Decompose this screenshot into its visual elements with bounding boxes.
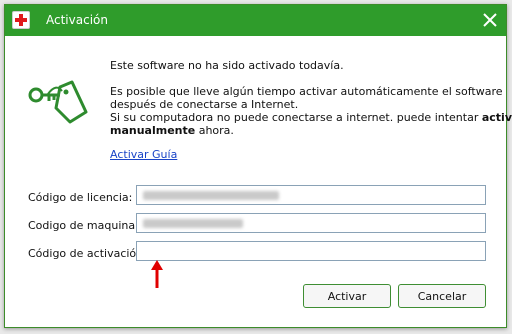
activate-button[interactable]: Activar: [303, 284, 391, 308]
machine-code-field[interactable]: [136, 213, 486, 233]
cancel-button[interactable]: Cancelar: [398, 284, 486, 308]
activation-code-field[interactable]: [136, 241, 486, 261]
activation-guide-link[interactable]: Activar Guía: [110, 148, 177, 161]
redacted-value: [143, 191, 279, 200]
license-code-field[interactable]: [136, 185, 486, 205]
info-line-1: Es posible que lleve algún tiempo activa…: [110, 85, 503, 98]
arrow-up-icon: [151, 260, 163, 288]
not-activated-message: Este software no ha sido activado todaví…: [110, 59, 344, 72]
info-line-3-text: Si su computadora no puede conectarse a …: [110, 111, 482, 124]
license-code-label: Código de licencia:: [28, 191, 133, 204]
info-line-2: después de conectarse a Internet.: [110, 98, 299, 111]
activation-dialog: Activación Este software no ha sido acti…: [4, 4, 512, 328]
window-title: Activación: [46, 13, 108, 27]
machine-code-label: Codigo de maquina:: [28, 219, 139, 232]
close-icon: [483, 13, 497, 27]
activar-bold: activar: [481, 111, 512, 124]
info-line-4-text: ahora.: [195, 124, 234, 137]
info-line-4: manualmente ahora.: [110, 124, 234, 137]
close-button[interactable]: [478, 8, 502, 32]
title-bar: Activación: [5, 5, 506, 36]
redacted-value: [143, 219, 243, 228]
activation-code-label: Código de activación:: [28, 247, 147, 260]
key-tag-icon: [28, 80, 88, 124]
first-aid-icon: [12, 11, 30, 29]
manualmente-bold: manualmente: [110, 124, 196, 137]
info-line-3: Si su computadora no puede conectarse a …: [110, 111, 512, 124]
